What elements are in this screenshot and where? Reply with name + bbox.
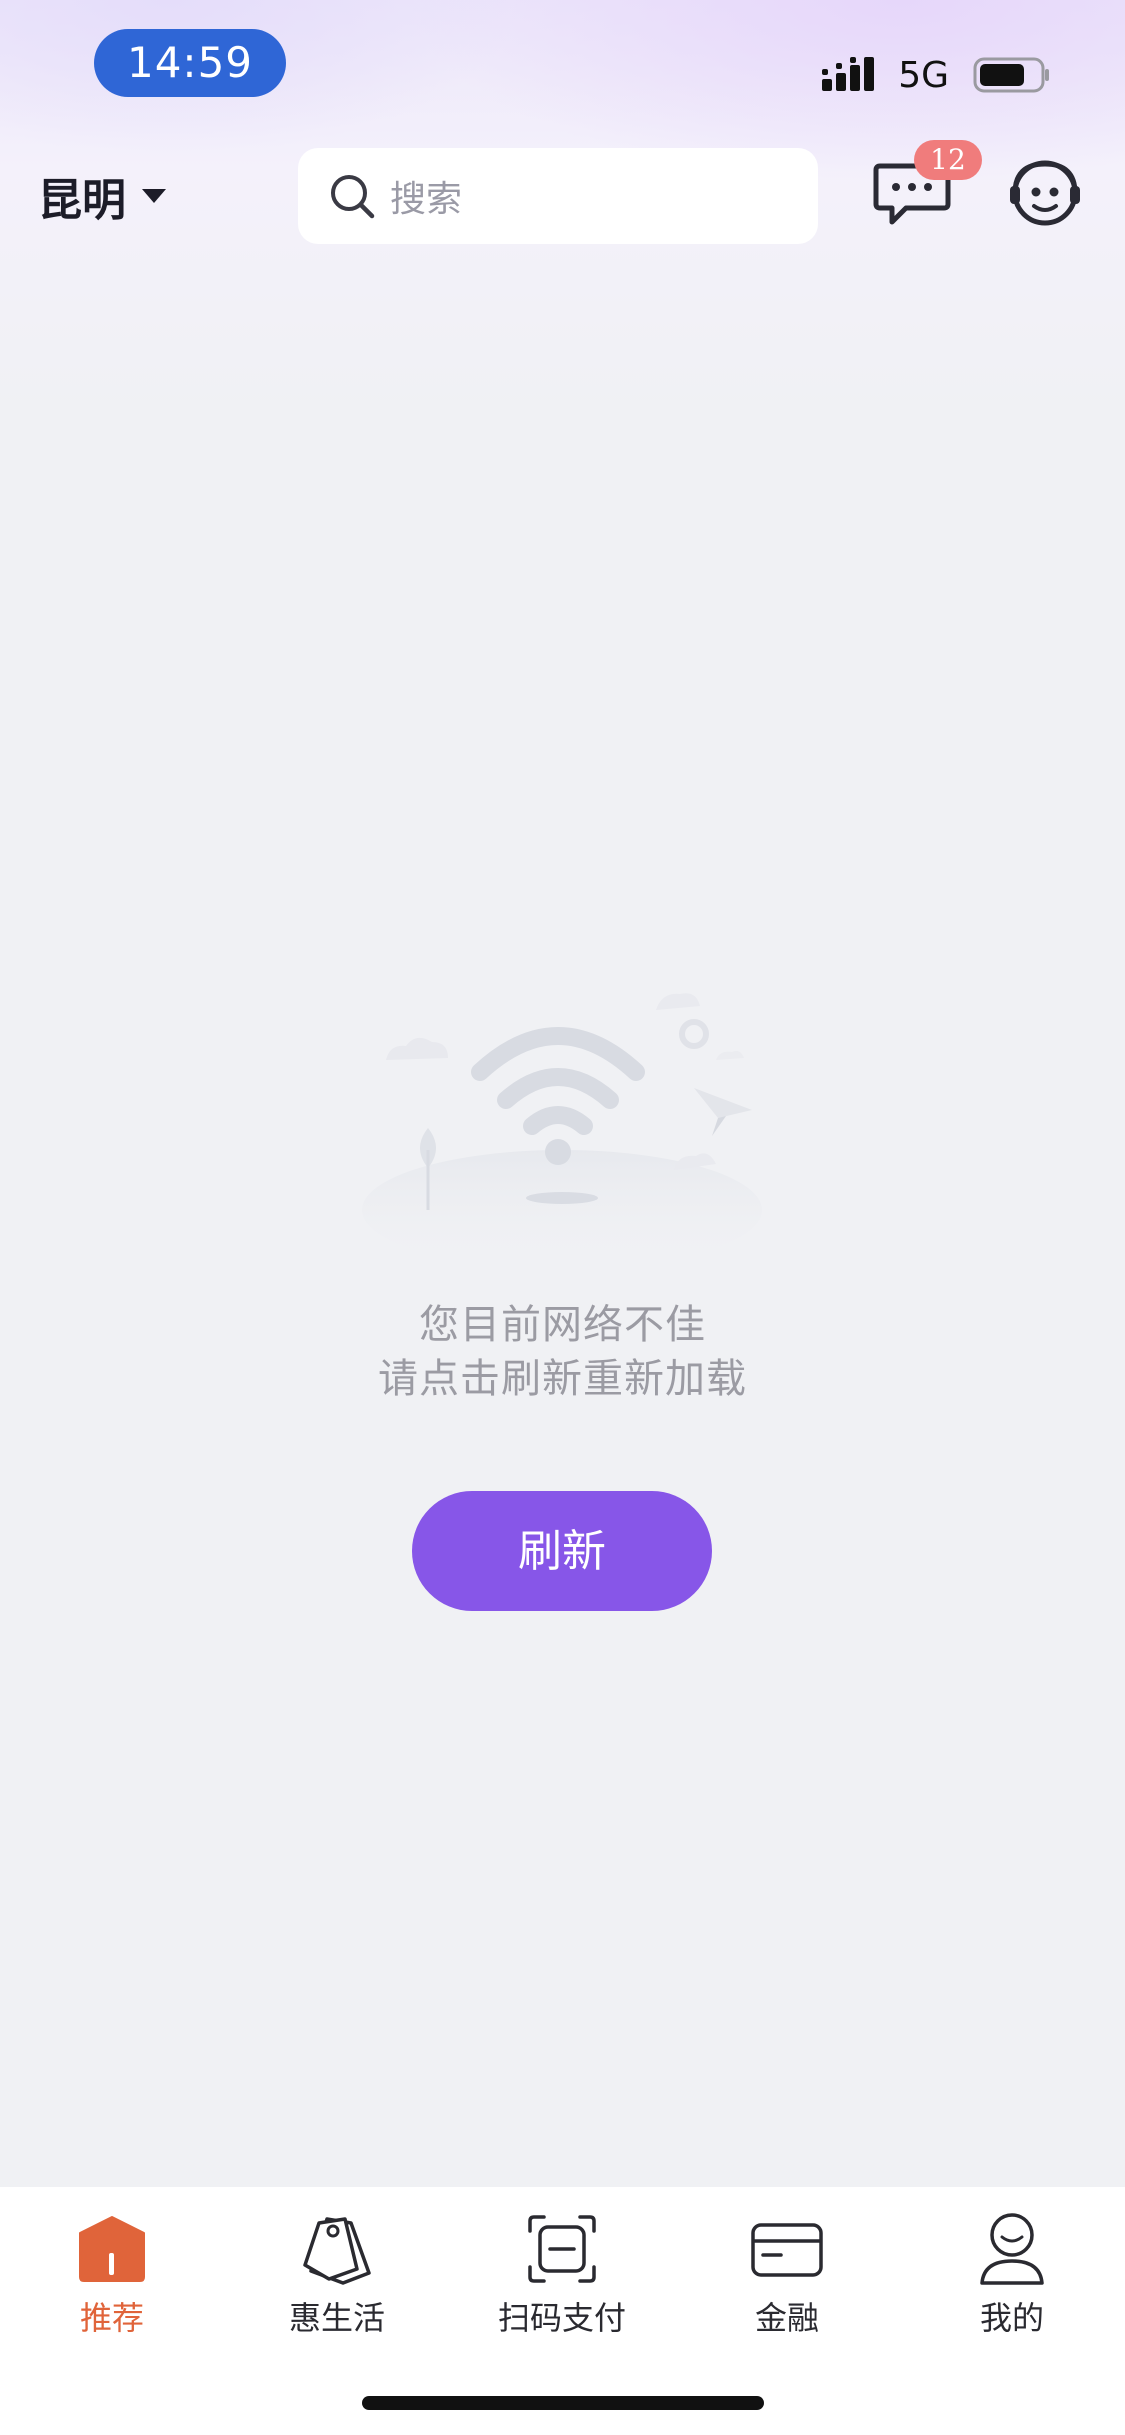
city-label: 昆明 (38, 175, 126, 226)
tab-hui-life[interactable]: 惠生活 (237, 2211, 437, 2351)
profile-icon (980, 2213, 1044, 2285)
scan-icon (528, 2215, 596, 2283)
home-icon (79, 2216, 145, 2282)
card-icon (751, 2223, 823, 2277)
home-indicator (362, 2396, 764, 2410)
tab-label: 金融 (754, 2299, 819, 2337)
caret-down-icon (142, 189, 166, 203)
battery-icon (973, 57, 1049, 93)
city-selector[interactable]: 昆明 (38, 164, 168, 228)
tab-label: 我的 (979, 2299, 1044, 2337)
search-icon (331, 175, 375, 219)
tab-recommend[interactable]: 推荐 (12, 2211, 212, 2351)
tab-mine[interactable]: 我的 (912, 2211, 1112, 2351)
tab-finance[interactable]: 金融 (687, 2211, 887, 2351)
tab-label: 惠生活 (288, 2299, 385, 2337)
no-network-illustration (362, 993, 762, 1270)
message-badge: 12 (914, 140, 982, 180)
search-bar[interactable]: 搜索 (298, 148, 818, 244)
tab-scan-pay[interactable]: 扫码支付 (462, 2211, 662, 2351)
tags-icon (303, 2217, 371, 2285)
network-type: 5G (898, 54, 949, 96)
tab-label: 推荐 (79, 2299, 144, 2337)
network-error-message: 您目前网络不佳 (419, 1302, 706, 1348)
status-time: 14:59 (94, 29, 286, 97)
refresh-button[interactable]: 刷新 (412, 1491, 712, 1611)
search-placeholder: 搜索 (390, 179, 463, 220)
tab-label: 扫码支付 (497, 2299, 626, 2337)
customer-service-icon[interactable] (1008, 156, 1082, 230)
reload-hint-message: 请点击刷新重新加载 (378, 1356, 747, 1402)
signal-icon (822, 57, 875, 91)
status-bar-right: 5G (822, 50, 1051, 100)
